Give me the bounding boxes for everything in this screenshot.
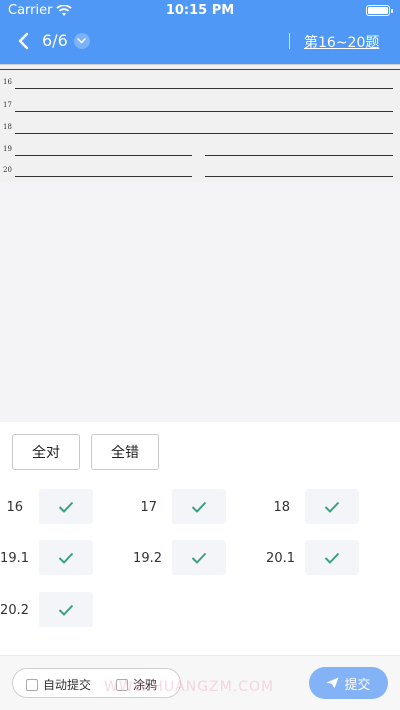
grading-panel: 全对 全错 16 17 18 19.1 19.2 20.1 20.2 <box>0 422 400 655</box>
mark-toggle[interactable] <box>172 489 226 524</box>
submit-label: 提交 <box>344 677 371 693</box>
question-label: 17 <box>140 500 157 515</box>
top-bar: Carrier 10:15 PM 6/6 第16~20题 <box>0 0 400 64</box>
sheet-row-number: 20 <box>3 166 12 174</box>
question-label: 18 <box>273 500 290 515</box>
question-label: 16 <box>6 500 23 515</box>
sheet-row: 16 <box>0 78 400 94</box>
battery-icon <box>366 5 393 16</box>
question-label: 19.1 <box>0 551 29 566</box>
answer-line <box>15 155 192 156</box>
check-icon <box>324 552 340 564</box>
answer-line <box>15 88 393 89</box>
all-wrong-button[interactable]: 全错 <box>91 434 159 470</box>
auto-submit-label: 自动提交 <box>43 678 92 692</box>
mark-toggle[interactable] <box>39 489 93 524</box>
sheet-top-line <box>0 69 400 70</box>
check-icon <box>58 501 74 513</box>
back-button[interactable] <box>10 28 36 54</box>
answer-line <box>205 176 393 177</box>
nav-divider <box>289 33 290 49</box>
bottom-bar: 自动提交 涂鸦 WWW.HUANGZM.COM 提交 <box>0 655 400 710</box>
check-icon <box>58 552 74 564</box>
page-indicator-label: 6/6 <box>42 31 68 50</box>
mark-toggle[interactable] <box>305 540 359 575</box>
sheet-row: 18 <box>0 123 400 139</box>
question-label: 20.2 <box>0 603 29 618</box>
auto-submit-option[interactable]: 自动提交 <box>26 676 91 693</box>
watermark: WWW.HUANGZM.COM <box>104 679 275 695</box>
sheet-row-number: 16 <box>3 78 12 86</box>
nav-bar: 6/6 第16~20题 <box>0 22 400 64</box>
mark-toggle[interactable] <box>172 540 226 575</box>
check-icon <box>191 501 207 513</box>
check-icon <box>324 501 340 513</box>
sheet-row-number: 19 <box>3 145 12 153</box>
answer-line <box>15 133 393 134</box>
submit-button[interactable]: 提交 <box>309 667 388 699</box>
answer-sheet-image: 16 17 18 19 20 <box>0 64 400 182</box>
sheet-row: 17 <box>0 101 400 117</box>
answer-line <box>15 176 192 177</box>
question-label: 20.1 <box>266 551 295 566</box>
sheet-row-number: 18 <box>3 123 12 131</box>
auto-submit-checkbox[interactable] <box>26 678 38 691</box>
status-bar: Carrier 10:15 PM <box>0 0 400 22</box>
chevron-down-icon <box>73 32 90 49</box>
question-range-link[interactable]: 第16~20题 <box>304 32 379 52</box>
all-correct-button[interactable]: 全对 <box>12 434 80 470</box>
status-time: 10:15 PM <box>165 3 235 18</box>
chevron-left-icon <box>18 32 29 50</box>
image-viewer-background <box>0 182 400 422</box>
mark-toggle[interactable] <box>39 540 93 575</box>
answer-line <box>15 111 393 112</box>
mark-toggle[interactable] <box>305 489 359 524</box>
check-icon <box>191 552 207 564</box>
sheet-row: 20 <box>0 166 400 182</box>
sheet-row: 19 <box>0 145 400 161</box>
mark-toggle[interactable] <box>39 592 93 627</box>
page-selector[interactable]: 6/6 <box>42 31 90 50</box>
check-icon <box>58 604 74 616</box>
answer-line <box>205 155 393 156</box>
send-icon <box>326 677 339 689</box>
sheet-row-number: 17 <box>3 101 12 109</box>
question-label: 19.2 <box>133 551 162 566</box>
